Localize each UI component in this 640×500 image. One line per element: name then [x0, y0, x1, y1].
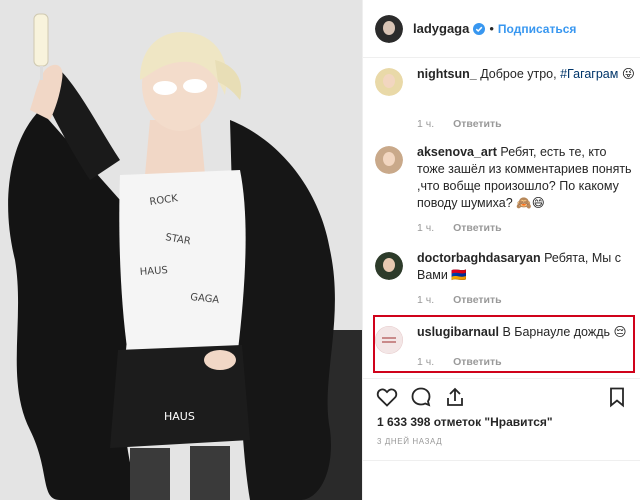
comment-highlight-box — [373, 315, 635, 373]
comment-meta: 1 ч. Ответить — [417, 294, 518, 306]
verified-badge-icon — [473, 22, 486, 35]
comment-body: Доброе утро, — [480, 67, 557, 81]
comment-time[interactable]: 1 ч. — [417, 222, 434, 234]
commenter-avatar[interactable] — [375, 146, 403, 174]
action-icons-row — [375, 385, 629, 411]
header-separator: • — [489, 21, 494, 36]
comment-hashtag[interactable]: #Гагаграм — [560, 67, 618, 81]
comment-meta: 1 ч. Ответить — [417, 118, 518, 130]
comment-text: doctorbaghdasaryan Ребята, Мы с Вами 🇦🇲 — [417, 250, 637, 284]
post-side-panel: ladygaga • Подписаться nightsun_ Доброе … — [362, 0, 640, 500]
comment-icon[interactable] — [409, 385, 433, 409]
comment-text: aksenova_art Ребят, есть те, кто тоже за… — [417, 144, 637, 212]
add-comment-bar[interactable] — [363, 460, 640, 500]
commenter-username[interactable]: aksenova_art — [417, 145, 497, 159]
comment-emoji: 🙈😄 — [516, 196, 545, 210]
post-date[interactable]: 3 ДНЕЙ НАЗАД — [377, 437, 442, 446]
comment-text: nightsun_ Доброе утро, #Гагаграм 😜 — [417, 66, 637, 83]
comment-emoji: 🇦🇲 — [451, 268, 467, 282]
reply-button[interactable]: Ответить — [453, 222, 502, 234]
author-username[interactable]: ladygaga — [413, 21, 469, 36]
follow-button[interactable]: Подписаться — [498, 22, 576, 36]
author-avatar[interactable] — [375, 14, 403, 43]
commenter-username[interactable]: doctorbaghdasaryan — [417, 251, 541, 265]
commenter-username[interactable]: nightsun_ — [417, 67, 477, 81]
commenter-avatar[interactable] — [375, 252, 403, 280]
post-photo[interactable]: ROCK STAR HAUS GAGA HAUS — [0, 0, 362, 500]
heart-icon[interactable] — [375, 385, 399, 409]
share-icon[interactable] — [443, 385, 467, 409]
bookmark-icon[interactable] — [605, 385, 629, 409]
photo-illustration: ROCK STAR HAUS GAGA HAUS — [0, 0, 362, 500]
comment-meta: 1 ч. Ответить — [417, 222, 518, 234]
post-actions: 1 633 398 отметок "Нравится" 3 ДНЕЙ НАЗА… — [363, 378, 640, 500]
reply-button[interactable]: Ответить — [453, 118, 502, 130]
svg-text:HAUS: HAUS — [164, 410, 195, 423]
comment-time[interactable]: 1 ч. — [417, 118, 434, 130]
comment-time[interactable]: 1 ч. — [417, 294, 434, 306]
post-header: ladygaga • Подписаться — [363, 0, 640, 58]
reply-button[interactable]: Ответить — [453, 294, 502, 306]
likes-count[interactable]: 1 633 398 отметок "Нравится" — [377, 415, 553, 429]
svg-text:HAUS: HAUS — [139, 265, 168, 278]
commenter-avatar[interactable] — [375, 68, 403, 96]
comment-emoji: 😜 — [621, 67, 635, 81]
